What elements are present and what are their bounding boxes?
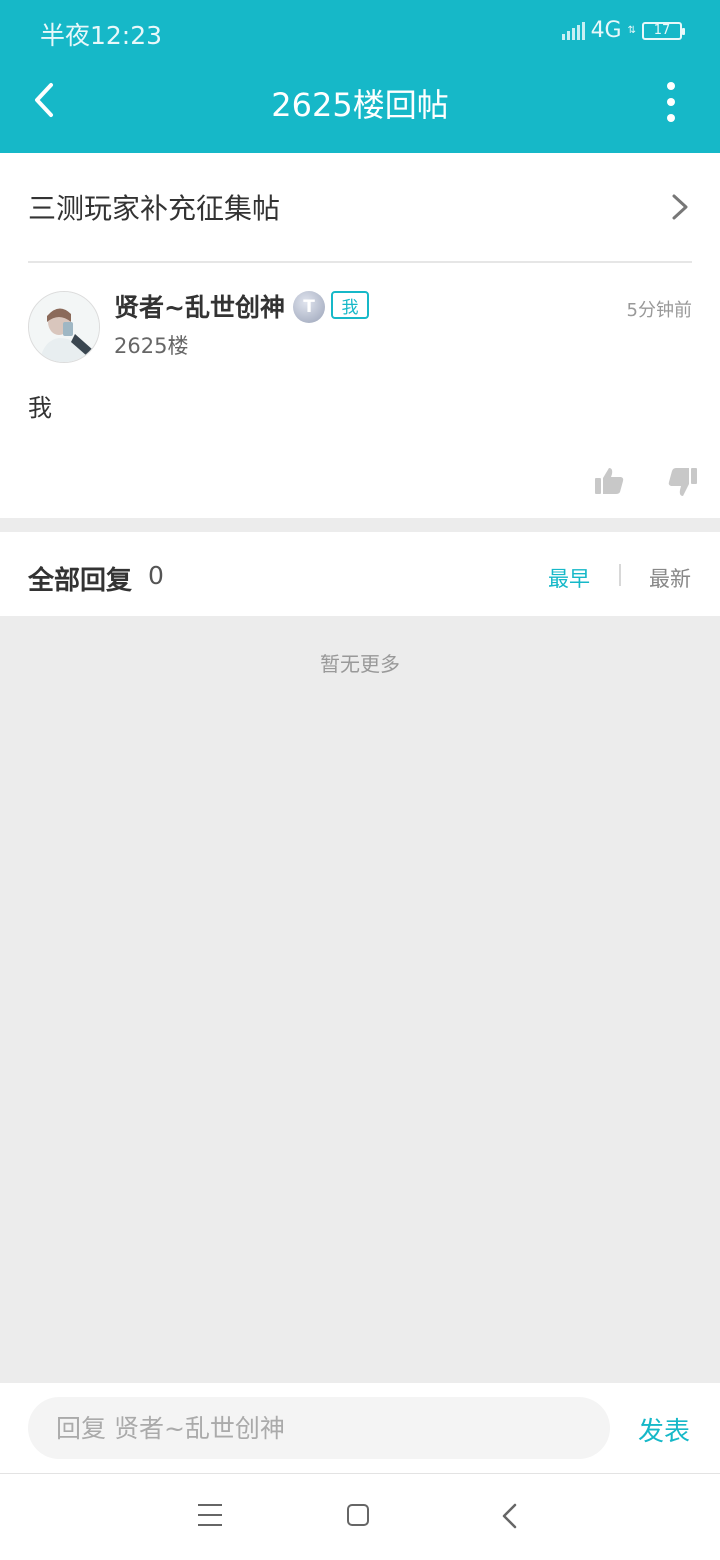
avatar[interactable] [28,291,100,363]
status-indicators: 4G ⇅ 17 [561,18,685,43]
signal-icon [561,21,585,40]
post-username[interactable]: 贤者~乱世创神 [114,288,285,324]
send-button[interactable]: 发表 [638,1411,690,1448]
system-nav-bar [0,1474,720,1560]
replies-count: 0 [148,561,164,590]
system-back-icon[interactable] [500,1502,520,1530]
battery-icon: 17 [642,21,685,40]
home-icon[interactable] [347,1504,369,1526]
menu-icon[interactable] [198,1504,222,1526]
floor-number: 2625楼 [114,334,189,358]
replies-title: 全部回复 [28,566,133,596]
sort-latest-tab[interactable]: 最新 [649,563,691,593]
page-title: 2625楼回帖 [271,86,449,124]
owner-badge: 我 [331,291,369,319]
chevron-right-icon [672,194,688,220]
network-type: 4G [590,18,622,43]
data-arrows-icon: ⇅ [627,24,636,36]
post-time: 5分钟前 [626,300,692,321]
sort-separator [619,564,621,586]
topic-link[interactable]: 三测玩家补充征集帖 [28,153,692,263]
app-header: 半夜12:23 4G ⇅ 17 2625楼回帖 [0,0,720,153]
thumbs-up-icon [595,468,624,494]
like-button[interactable] [594,466,624,496]
status-time: 半夜12:23 [40,21,163,50]
avatar-image [29,292,99,362]
thumbs-down-icon [668,468,697,496]
sort-earliest-tab[interactable]: 最早 [548,563,590,593]
topic-title: 三测玩家补充征集帖 [28,192,281,225]
post-content: 我 [28,394,52,422]
more-button[interactable] [656,82,686,122]
section-divider [0,518,720,532]
level-badge: T [293,291,325,323]
battery-level: 17 [653,23,671,38]
more-vertical-icon [667,82,675,90]
reply-bar: 发表 [0,1383,720,1474]
replies-list: 暂无更多 [0,616,720,1383]
reply-input[interactable] [28,1397,610,1459]
replies-header: 全部回复 0 最早 最新 [0,532,720,616]
empty-state-text: 暂无更多 [320,652,400,676]
dislike-button[interactable] [668,466,698,498]
